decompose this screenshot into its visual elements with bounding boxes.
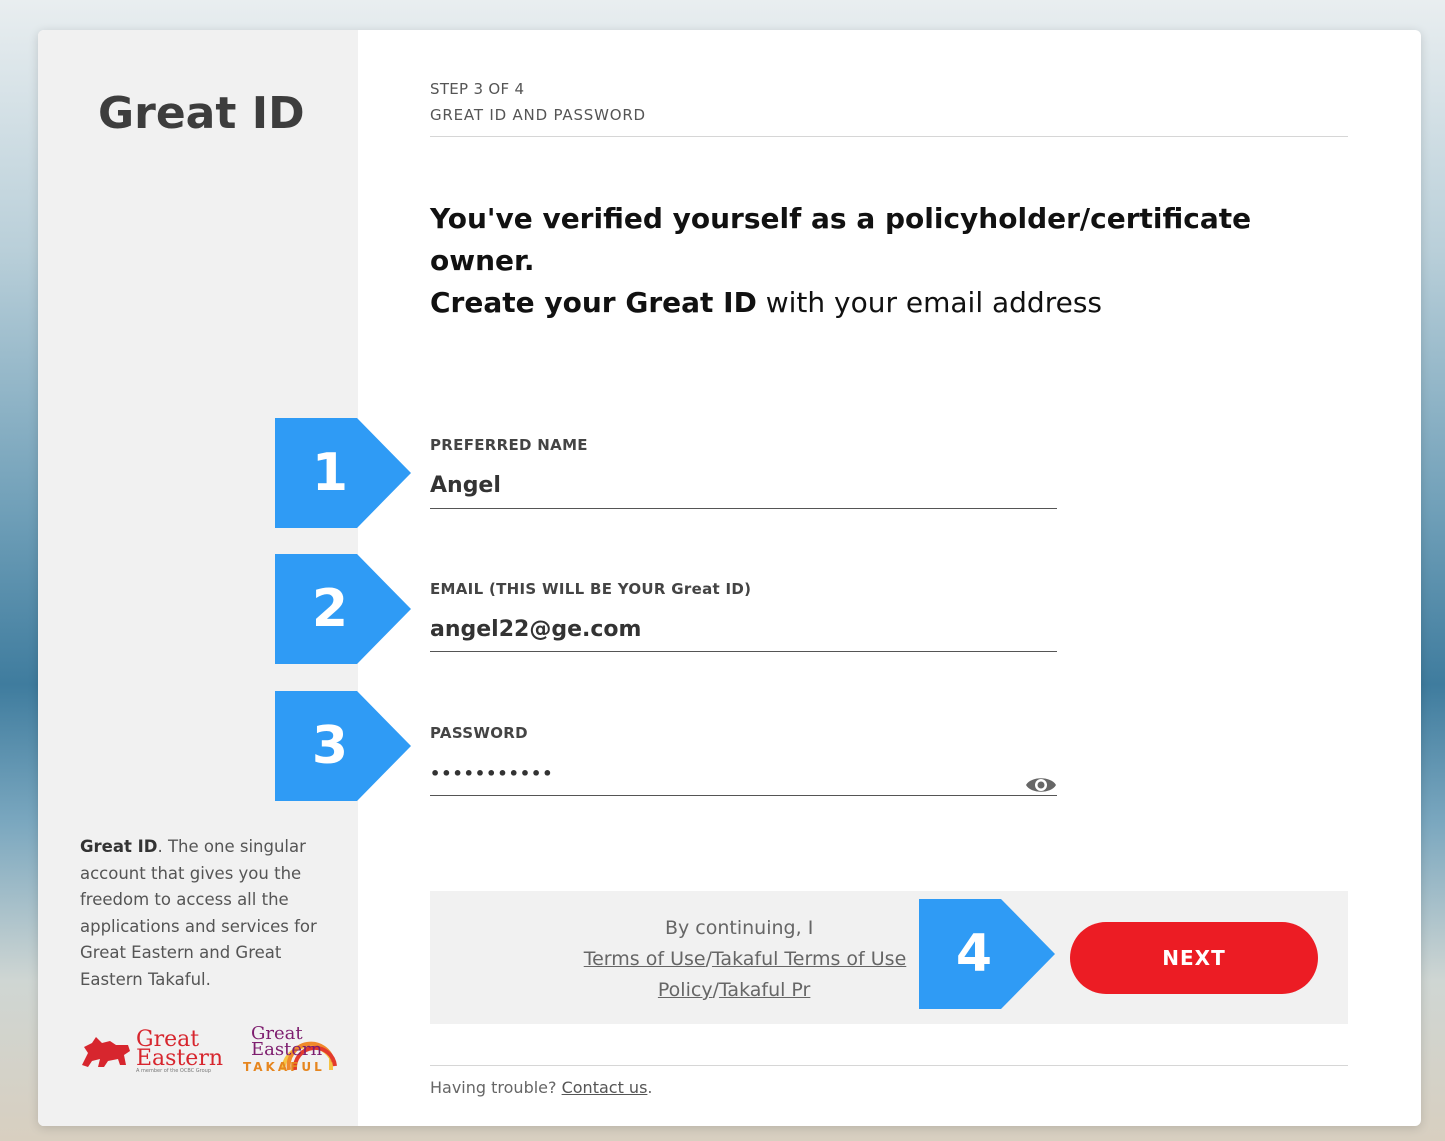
step-marker-label: 3 xyxy=(311,716,349,776)
next-button[interactable]: NEXT xyxy=(1070,922,1318,994)
email-label: EMAIL (THIS WILL BE YOUR Great ID) xyxy=(430,580,752,598)
email-field: EMAIL (THIS WILL BE YOUR Great ID) xyxy=(430,580,1057,652)
preferred-name-label: PREFERRED NAME xyxy=(430,436,588,454)
tk-logo-tag: TAKAFUL xyxy=(243,1060,325,1074)
subheading-rest: with your email address xyxy=(756,286,1102,319)
footer-divider xyxy=(430,1065,1348,1066)
great-eastern-logo: Great Eastern A member of the OCBC Group xyxy=(80,1029,224,1074)
sidebar-desc-bold: Great ID xyxy=(80,837,158,856)
step-marker-2: 2 xyxy=(275,554,411,664)
partner-logos: Great Eastern A member of the OCBC Group… xyxy=(80,1018,338,1074)
help-text: Having trouble? Contact us. xyxy=(430,1078,653,1097)
preferred-name-field: PREFERRED NAME xyxy=(430,436,1057,509)
login-card: Great ID Great ID. The one singular acco… xyxy=(38,30,1421,1126)
tk-logo-line1: Great Eastern xyxy=(251,1023,323,1060)
terms-of-use-link[interactable]: Terms of Use xyxy=(584,948,706,970)
subheading-bold: Create your Great ID xyxy=(430,286,757,319)
sidebar-description: Great ID. The one singular account that … xyxy=(80,834,320,993)
step-title: GREAT ID AND PASSWORD xyxy=(430,106,646,124)
takaful-terms-link[interactable]: Takaful Terms of Use xyxy=(712,948,906,970)
step-marker-1: 1 xyxy=(275,418,411,528)
step-marker-label: 2 xyxy=(311,579,349,639)
page-heading: You've verified yourself as a policyhold… xyxy=(430,202,1252,277)
ge-logo-tagline: A member of the OCBC Group xyxy=(136,1068,211,1074)
preferred-name-input[interactable] xyxy=(430,468,990,502)
ge-logo-line2: Eastern xyxy=(136,1046,224,1071)
great-eastern-takaful-logo: Great Eastern TAKAFUL xyxy=(241,1018,338,1074)
password-field: PASSWORD xyxy=(430,724,1057,796)
password-label: PASSWORD xyxy=(430,724,528,742)
lion-icon xyxy=(82,1037,130,1067)
brand-title: Great ID xyxy=(98,88,305,139)
help-prefix: Having trouble? xyxy=(430,1078,562,1097)
consent-prefix: By continuing, I xyxy=(664,917,814,939)
step-marker-4: 4 xyxy=(919,899,1055,1009)
consent-panel: By continuing, Ie Terms of Use/Takaful T… xyxy=(430,891,1348,1024)
contact-us-link[interactable]: Contact us xyxy=(562,1078,648,1097)
password-input[interactable] xyxy=(430,756,990,790)
page-subheading: Create your Great ID with your email add… xyxy=(430,282,1102,324)
email-input[interactable] xyxy=(430,612,990,646)
step-marker-label: 1 xyxy=(311,443,349,503)
privacy-policy-link[interactable]: Policy xyxy=(658,979,713,1001)
eye-icon[interactable] xyxy=(1025,774,1057,796)
takaful-privacy-link[interactable]: Takaful Pr xyxy=(719,979,810,1001)
help-period: . xyxy=(647,1078,653,1097)
step-indicator: STEP 3 OF 4 xyxy=(430,80,525,98)
step-marker-3: 3 xyxy=(275,691,411,801)
step-marker-label: 4 xyxy=(955,924,993,984)
sidebar-desc-text: . The one singular account that gives yo… xyxy=(80,837,317,989)
header-divider xyxy=(430,136,1348,137)
